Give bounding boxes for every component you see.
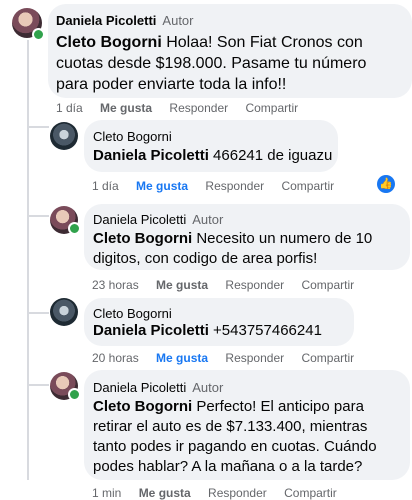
comment: Daniela Picoletti Autor Cleto Bogorni Hol… [0,0,412,120]
reply-button[interactable]: Responder [169,101,228,115]
comment-text: Cleto Bogorni Holaa! Son Fiat Cronos con… [56,34,367,93]
reply-button[interactable]: Responder [208,486,267,500]
reply-button[interactable]: Responder [205,179,264,193]
comment-author[interactable]: Daniela Picoletti Autor [93,212,223,227]
comment-time[interactable]: 1 min [92,486,121,500]
share-button[interactable]: Compartir [301,278,354,292]
comment-author[interactable]: Daniela Picoletti Autor [93,380,223,395]
mention-link[interactable]: Cleto Bogorni [93,398,192,415]
author-badge: Autor [162,13,194,28]
comment-time[interactable]: 20 horas [92,351,139,365]
comment-actions: 23 horas Me gusta Responder Compartir [92,278,368,292]
comment-author[interactable]: Cleto Bogorni [93,306,172,321]
comment-author[interactable]: Cleto Bogorni [93,129,172,144]
share-button[interactable]: Compartir [245,101,298,115]
author-badge: Autor [192,212,224,227]
comment-text: Cleto Bogorni Perfecto! El anticipo para… [93,398,377,475]
like-button[interactable]: Me gusta [156,278,208,292]
comment-reply: Cleto Bogorni Daniela Picoletti +5437574… [0,298,412,368]
comment-author[interactable]: Daniela Picoletti Autor [56,13,194,28]
mention-link[interactable]: Daniela Picoletti [93,147,209,164]
comment-reply: Daniela Picoletti Autor Cleto Bogorni Nec… [0,204,412,296]
thumbs-up-icon[interactable]: 👍 [377,175,395,193]
like-button[interactable]: Me gusta [100,101,152,115]
avatar[interactable] [50,122,78,150]
reply-button[interactable]: Responder [225,278,284,292]
mention-link[interactable]: Cleto Bogorni [56,34,162,51]
comment-actions: 1 min Me gusta Responder Compartir [92,486,351,500]
author-badge: Autor [192,380,224,395]
like-button[interactable]: Me gusta [136,179,188,193]
comment-time[interactable]: 23 horas [92,278,139,292]
comment-time[interactable]: 1 día [92,179,119,193]
comment-actions: 1 día Me gusta Responder Compartir [92,179,348,193]
avatar[interactable] [50,298,78,326]
comment-text: Cleto Bogorni Necesito un numero de 10 d… [93,230,373,267]
share-button[interactable]: Compartir [301,351,354,365]
mention-link[interactable]: Cleto Bogorni [93,230,192,247]
mention-link[interactable]: Daniela Picoletti [93,322,209,339]
comment-text: Daniela Picoletti 466241 de iguazu [93,147,333,164]
comment-text: Daniela Picoletti +543757466241 [93,322,322,339]
reply-button[interactable]: Responder [225,351,284,365]
comment-time[interactable]: 1 día [56,101,83,115]
comment-actions: 20 horas Me gusta Responder Compartir [92,351,368,365]
share-button[interactable]: Compartir [281,179,334,193]
comment-reply: Daniela Picoletti Autor Cleto Bogorni Per… [0,370,412,500]
like-button[interactable]: Me gusta [139,486,191,500]
online-status-dot [32,28,45,41]
share-button[interactable]: Compartir [284,486,337,500]
like-button[interactable]: Me gusta [156,351,208,365]
online-status-dot [68,222,81,235]
comment-reply: Cleto Bogorni Daniela Picoletti 466241 d… [0,118,412,198]
comment-actions: 1 día Me gusta Responder Compartir [56,101,312,115]
online-status-dot [68,388,81,401]
